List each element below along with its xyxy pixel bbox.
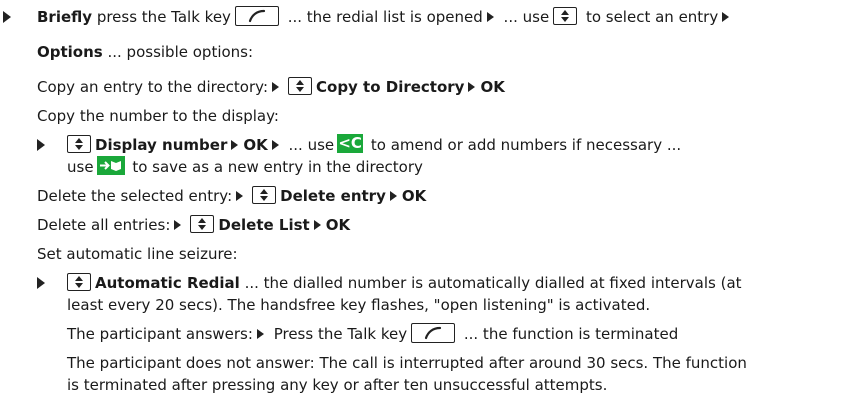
ok-label: OK <box>243 136 268 154</box>
arrow-icon <box>236 190 244 201</box>
arrow-icon <box>486 11 494 22</box>
text: ... the function is terminated <box>459 325 679 343</box>
participant-no-answer-detail: is terminated after pressing any key or … <box>67 375 607 395</box>
options-label: Options <box>37 43 103 61</box>
bullet-arrow <box>37 139 45 151</box>
clear-key-letter: C <box>350 134 362 152</box>
step-line-1: Briefly press the Talk key ... the redia… <box>37 5 734 28</box>
navigation-key-icon <box>288 76 312 95</box>
arrow-icon <box>468 81 476 92</box>
arrow-icon <box>231 139 239 150</box>
participant-no-answer-line: The participant does not answer: The cal… <box>67 353 747 373</box>
navigation-key-icon <box>67 272 91 291</box>
arrow-icon <box>256 328 264 339</box>
menu-item-automatic-redial: Automatic Redial <box>95 274 240 292</box>
menu-item-copy-to-directory: Copy to Directory <box>316 78 465 96</box>
arrow-icon <box>272 81 279 92</box>
text: Press the Talk key <box>268 325 408 343</box>
text: ... the dialled number is automatically … <box>239 274 742 292</box>
arrow-icon <box>174 219 182 230</box>
menu-item-display-number: Display number <box>95 136 228 154</box>
arrow-icon <box>722 11 730 22</box>
clear-key-arrow: < <box>338 134 351 152</box>
clear-key-icon: <C <box>337 134 364 153</box>
navigation-key-icon <box>553 6 578 25</box>
arrow-icon <box>271 139 279 150</box>
text: The participant answers: <box>67 325 253 343</box>
line-seizure-line: Set automatic line seizure: <box>37 244 238 264</box>
ok-label: OK <box>480 78 505 96</box>
menu-item-delete-list: Delete List <box>218 216 310 234</box>
directory-key-icon <box>96 156 125 175</box>
talk-key-icon <box>234 5 279 26</box>
navigation-key-icon <box>252 185 277 204</box>
text: Copy an entry to the directory: <box>37 78 268 96</box>
copy-number-line: Copy the number to the display: <box>37 106 279 126</box>
copy-to-directory-line: Copy an entry to the directory: Copy to D… <box>37 76 505 97</box>
delete-entry-line: Delete the selected entry: Delete entry OK <box>37 185 427 206</box>
participant-answers-line: The participant answers: Press the Talk … <box>67 322 679 345</box>
text: Delete all entries: <box>37 216 171 234</box>
text: to amend or add numbers if necessary ... <box>366 136 682 154</box>
text: Set automatic line seizure: <box>37 245 238 263</box>
text: use <box>67 158 94 176</box>
navigation-key-icon <box>67 134 91 153</box>
save-entry-line: use to save as a new entry in the direct… <box>67 156 423 177</box>
emphasis-briefly: Briefly <box>37 8 93 26</box>
text: to select an entry <box>581 8 719 26</box>
bullet-arrow <box>37 277 45 289</box>
arrow-icon <box>389 190 397 201</box>
automatic-redial-line: Automatic Redial ... the dialled number … <box>67 272 742 293</box>
text: The participant does not answer: The cal… <box>67 354 747 372</box>
ok-label: OK <box>325 216 351 234</box>
text: to save as a new entry in the directory <box>127 158 423 176</box>
menu-item-delete-entry: Delete entry <box>280 187 386 205</box>
ok-label: OK <box>401 187 427 205</box>
text: least every 20 secs). The handsfree key … <box>67 296 651 314</box>
text: ... use <box>498 8 550 26</box>
text: press the Talk key <box>92 8 231 26</box>
text: ... the redial list is opened <box>282 8 483 26</box>
text: ... possible options: <box>102 43 254 61</box>
delete-list-line: Delete all entries: Delete List OK <box>37 214 351 235</box>
options-line: Options ... possible options: <box>37 42 253 62</box>
automatic-redial-detail: least every 20 secs). The handsfree key … <box>67 295 650 315</box>
text: Copy the number to the display: <box>37 107 279 125</box>
arrow-icon <box>313 219 321 230</box>
navigation-key-icon <box>190 214 215 233</box>
text: Delete the selected entry: <box>37 187 233 205</box>
text: is terminated after pressing any key or … <box>67 376 608 394</box>
text: ... use <box>283 136 335 154</box>
display-number-line: Display number OK ... use <C to amend or a… <box>67 134 682 155</box>
talk-key-icon <box>411 322 456 343</box>
bullet-arrow <box>3 11 11 23</box>
